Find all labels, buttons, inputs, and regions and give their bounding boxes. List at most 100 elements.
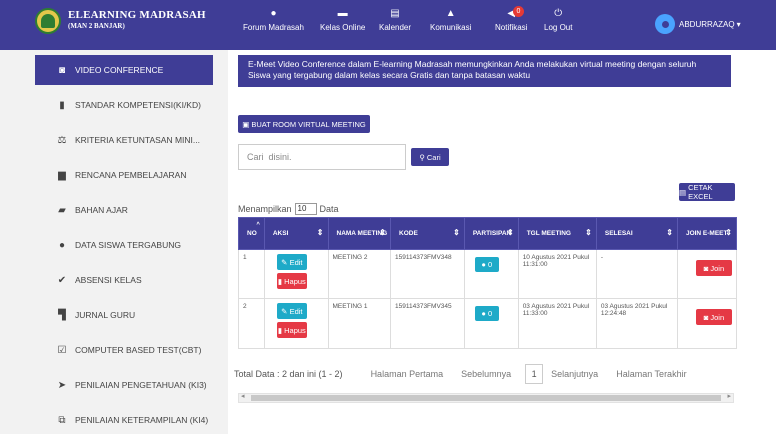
previous-page-link[interactable]: Sebelumnya bbox=[461, 369, 511, 379]
sidebar-item-penilaian-keterampilan[interactable]: ⧉ PENILAIAN KETERAMPILAN (KI4) bbox=[35, 405, 213, 434]
nav-kalender[interactable]: ▤ Kalender bbox=[379, 7, 411, 32]
delete-button[interactable]: ▮ Hapus bbox=[276, 322, 307, 338]
column-header[interactable]: NAMA MEETING ⇕ bbox=[327, 217, 391, 250]
search-button[interactable]: ⚲ Cari bbox=[411, 148, 449, 166]
check-icon: ✔ bbox=[57, 274, 67, 286]
file-icon: ▤ bbox=[679, 187, 687, 197]
balance-scale-icon: ⚖ bbox=[57, 134, 67, 146]
search-input[interactable] bbox=[238, 144, 406, 170]
brand-title: ELEARNING MADRASAH bbox=[68, 9, 206, 21]
horizontal-scrollbar[interactable]: ◂ ▸ bbox=[238, 393, 734, 403]
plane-icon: ➤ bbox=[57, 379, 67, 391]
cell-kode: 159114373FMV345 bbox=[390, 298, 465, 349]
current-page[interactable]: 1 bbox=[525, 364, 544, 384]
cell-nama: MEETING 2 bbox=[327, 249, 391, 299]
trash-icon: ▮ bbox=[277, 325, 283, 335]
notification-badge: 0 bbox=[513, 6, 524, 17]
sort-icon: ⇕ bbox=[725, 228, 732, 237]
users-icon: ● bbox=[481, 260, 486, 269]
sort-icon: ⇕ bbox=[506, 228, 514, 237]
user-menu[interactable]: ABDURRAZAQ ▾ bbox=[655, 14, 741, 34]
brand[interactable]: ELEARNING MADRASAH (MAN 2 BANJAR) bbox=[35, 8, 206, 34]
cell-kode: 159114373FMV348 bbox=[390, 249, 465, 299]
bell-icon: ▲ bbox=[445, 8, 456, 19]
sidebar-item-penilaian-pengetahuan[interactable]: ➤ PENILAIAN PENGETAHUAN (KI3) bbox=[35, 370, 213, 400]
meeting-table: NO ^ AKSI ⇕ NAMA MEETING ⇕ KODE ⇕ PARTISIPAN… bbox=[238, 217, 738, 349]
sidebar-item-jurnal-guru[interactable]: ▜ JURNAL GURU bbox=[35, 300, 213, 330]
delete-button[interactable]: ▮ Hapus bbox=[276, 273, 307, 289]
next-page-link[interactable]: Selanjutnya bbox=[551, 369, 598, 379]
table-row: 1 ✎ Edit ▮ Hapus MEETING 2 159114373FMV3… bbox=[238, 249, 738, 299]
user-name: ABDURRAZAQ bbox=[679, 19, 735, 29]
chevron-down-icon: ▾ bbox=[736, 19, 741, 29]
cell-selesai: - bbox=[595, 249, 678, 299]
camera-icon: ◙ bbox=[703, 263, 709, 273]
cell-tgl: 10 Agustus 2021 Pukul 11:31:00 bbox=[517, 249, 597, 299]
cell-no: 2 bbox=[238, 298, 265, 349]
folder-open-icon: ▰ bbox=[58, 204, 66, 216]
total-data-text: Total Data : 2 dan ini (1 - 2) bbox=[234, 369, 343, 379]
binoculars-icon: ▜ bbox=[58, 309, 66, 321]
column-header[interactable]: KODE ⇕ bbox=[390, 217, 465, 250]
madrasah-logo-icon bbox=[35, 8, 61, 34]
column-header[interactable]: JOIN E-MEET ⇕ bbox=[676, 217, 738, 250]
create-room-button[interactable]: ▣ BUAT ROOM VIRTUAL MEETING bbox=[238, 115, 370, 133]
column-header[interactable]: PARTISIPAN ⇕ bbox=[463, 217, 519, 250]
nav-notifikasi[interactable]: ◀ 0 Notifikasi bbox=[495, 6, 527, 32]
search-icon: ⚲ bbox=[419, 152, 425, 162]
brand-subtitle: (MAN 2 BANJAR) bbox=[68, 22, 125, 30]
edit-icon: ✎ bbox=[281, 306, 288, 316]
scrollbar-thumb[interactable] bbox=[251, 395, 721, 401]
cell-tgl: 03 Agustus 2021 Pukul 11:33:00 bbox=[517, 298, 597, 349]
cell-selesai: 03 Agustus 2021 Pukul 12:24:48 bbox=[595, 298, 678, 349]
nav-log-out[interactable]: ⏻ Log Out bbox=[544, 7, 572, 32]
camera-icon: ◙ bbox=[58, 64, 66, 76]
print-excel-button[interactable]: ▤ CETAK EXCEL bbox=[679, 183, 735, 201]
column-header[interactable]: TGL MEETING ⇕ bbox=[517, 217, 597, 250]
first-page-link[interactable]: Halaman Pertama bbox=[371, 369, 444, 379]
join-button[interactable]: ◙ Join bbox=[695, 309, 732, 325]
scroll-right-icon[interactable]: ▸ bbox=[727, 392, 731, 400]
sort-icon: ⇕ bbox=[379, 228, 386, 237]
sidebar-item-cbt[interactable]: ☑ COMPUTER BASED TEST(CBT) bbox=[35, 335, 213, 365]
sidebar-item-rencana-pembelajaran[interactable]: ▆ RENCANA PEMBELAJARAN bbox=[35, 160, 213, 190]
sidebar-item-data-siswa[interactable]: ● DATA SISWA TERGABUNG bbox=[35, 230, 213, 260]
sitemap-icon: ⧉ bbox=[58, 414, 66, 426]
participants-button[interactable]: ● 0 bbox=[474, 306, 499, 321]
join-button[interactable]: ◙ Join bbox=[695, 260, 732, 276]
cell-nama: MEETING 1 bbox=[327, 298, 391, 349]
info-banner: E-Meet Video Conference dalam E-learning… bbox=[238, 55, 731, 87]
sort-icon: ^ bbox=[256, 222, 260, 228]
users-icon: ● bbox=[58, 239, 66, 251]
pagination: Total Data : 2 dan ini (1 - 2) Halaman P… bbox=[234, 363, 734, 385]
edit-button[interactable]: ✎ Edit bbox=[276, 254, 307, 270]
table-row: 2 ✎ Edit ▮ Hapus MEETING 1 159114373FMV3… bbox=[238, 298, 738, 349]
nav-komunikasi[interactable]: ▲ Komunikasi bbox=[430, 7, 471, 32]
sort-icon: ⇕ bbox=[316, 228, 324, 237]
nav-forum-madrasah[interactable]: ● Forum Madrasah bbox=[243, 7, 304, 32]
cell-no: 1 bbox=[238, 249, 265, 299]
sidebar-item-standar-kompetensi[interactable]: ▮ STANDAR KOMPETENSI(KI/KD) bbox=[35, 90, 213, 120]
chat-icon: ● bbox=[270, 8, 277, 19]
scroll-left-icon[interactable]: ◂ bbox=[241, 392, 245, 400]
participants-button[interactable]: ● 0 bbox=[474, 257, 499, 272]
nav-kelas-online[interactable]: ▬ Kelas Online bbox=[320, 7, 365, 32]
sidebar-item-absensi-kelas[interactable]: ✔ ABSENSI KELAS bbox=[35, 265, 213, 295]
sidebar-item-bahan-ajar[interactable]: ▰ BAHAN AJAR bbox=[35, 195, 213, 225]
sort-icon: ⇕ bbox=[666, 228, 673, 237]
trash-icon: ▮ bbox=[277, 276, 283, 286]
power-icon: ⏻ bbox=[554, 8, 563, 19]
last-page-link[interactable]: Halaman Terakhir bbox=[616, 369, 686, 379]
column-header[interactable]: SELESAI ⇕ bbox=[595, 217, 678, 250]
column-header[interactable]: NO ^ bbox=[238, 217, 265, 250]
book-icon: ▮ bbox=[59, 99, 65, 111]
edit-button[interactable]: ✎ Edit bbox=[276, 303, 307, 319]
sidebar-item-kriteria-ketuntasan[interactable]: ⚖ KRITERIA KETUNTASAN MINI... bbox=[35, 125, 213, 155]
briefcase-icon: ▆ bbox=[58, 169, 66, 181]
sidebar-item-video-conference[interactable]: ◙ VIDEO CONFERENCE bbox=[35, 55, 213, 85]
main-content: E-Meet Video Conference dalam E-learning… bbox=[228, 50, 776, 434]
edit-icon: ☑ bbox=[57, 344, 67, 356]
page-size-input[interactable]: 10 bbox=[294, 203, 317, 215]
column-header[interactable]: AKSI ⇕ bbox=[263, 217, 329, 250]
sidebar: ◙ VIDEO CONFERENCE ▮ STANDAR KOMPETENSI(… bbox=[0, 50, 228, 434]
